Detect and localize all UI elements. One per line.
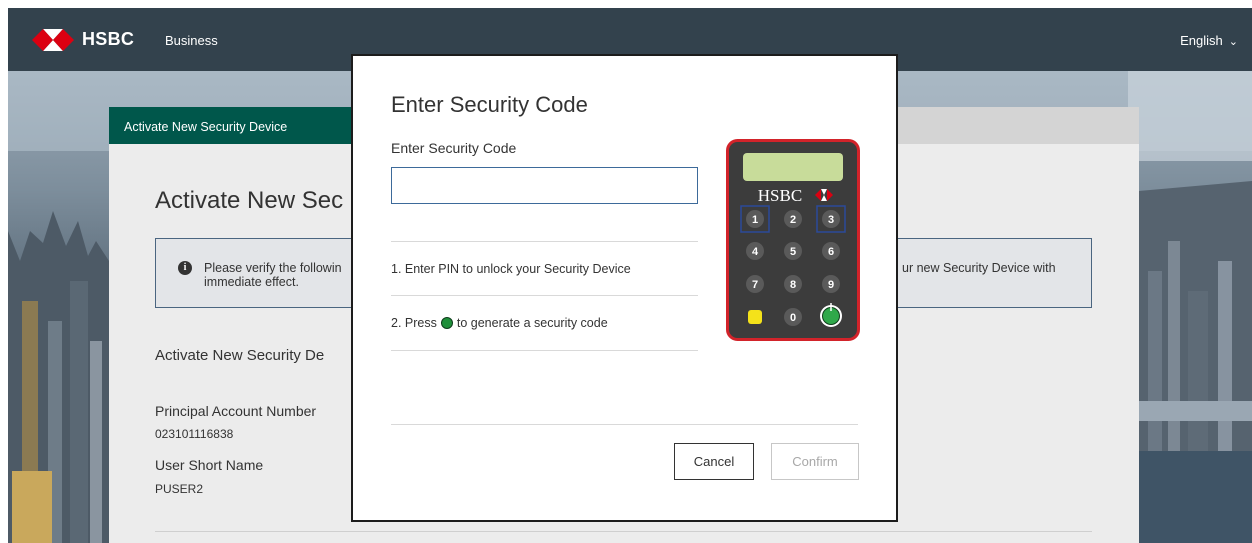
divider	[391, 295, 698, 296]
device-key-label: 7	[752, 279, 758, 291]
hsbc-logo-icon[interactable]	[32, 26, 74, 54]
instruction-step-2: 2. Press to generate a security code	[391, 316, 608, 330]
tab-activate-new-security-device[interactable]: Activate New Security Device	[109, 107, 359, 144]
device-screen	[743, 153, 843, 181]
divider	[155, 531, 1092, 532]
info-text-continued: ur new Security Device with	[902, 261, 1056, 275]
security-code-label: Enter Security Code	[391, 140, 517, 156]
device-yellow-button	[748, 310, 762, 324]
device-brand: HSBC	[758, 186, 802, 205]
cancel-button[interactable]: Cancel	[674, 443, 754, 480]
modal-footer-divider	[391, 424, 858, 425]
chevron-down-icon: ⌄	[1228, 36, 1238, 48]
brand-name: HSBC	[82, 29, 135, 49]
language-selector[interactable]: English ⌄	[1180, 33, 1238, 48]
device-key-label: 3	[828, 214, 834, 226]
security-code-modal: Enter Security Code Enter Security Code …	[351, 54, 898, 522]
step-2-prefix: 2. Press	[391, 316, 437, 330]
step-2-suffix: to generate a security code	[456, 316, 608, 330]
security-code-input[interactable]	[391, 167, 698, 204]
info-icon: i	[178, 261, 192, 275]
device-key-label: 1	[752, 214, 758, 226]
divider	[391, 241, 698, 242]
principal-account-value: 023101116838	[155, 427, 234, 441]
section-heading: Activate New Security De	[155, 347, 325, 364]
language-label: English	[1180, 33, 1223, 48]
page-title: Activate New Sec	[155, 187, 344, 214]
device-key-label: 8	[790, 279, 796, 291]
modal-title: Enter Security Code	[391, 92, 588, 117]
device-key-label: 4	[752, 246, 759, 258]
green-power-button-icon	[440, 317, 453, 329]
device-key-label: 0	[790, 312, 796, 324]
user-short-name-label: User Short Name	[155, 457, 264, 473]
browser-viewport: HSBC Business English ⌄ Activate New Secu	[8, 8, 1252, 543]
confirm-button[interactable]: Confirm	[771, 443, 859, 480]
security-device-icon: HSBC 1 2 3 4 5 6 7 8 9 0	[726, 139, 860, 341]
device-key-label: 9	[828, 279, 834, 291]
instruction-step-1: 1. Enter PIN to unlock your Security Dev…	[391, 262, 631, 276]
divider	[391, 350, 698, 351]
device-key-label: 6	[828, 246, 834, 258]
principal-account-label: Principal Account Number	[155, 403, 317, 419]
nav-business-link[interactable]: Business	[165, 33, 218, 48]
device-key-label: 5	[790, 246, 796, 258]
user-short-name-value: PUSER2	[155, 482, 204, 496]
device-key-label: 2	[790, 214, 796, 226]
